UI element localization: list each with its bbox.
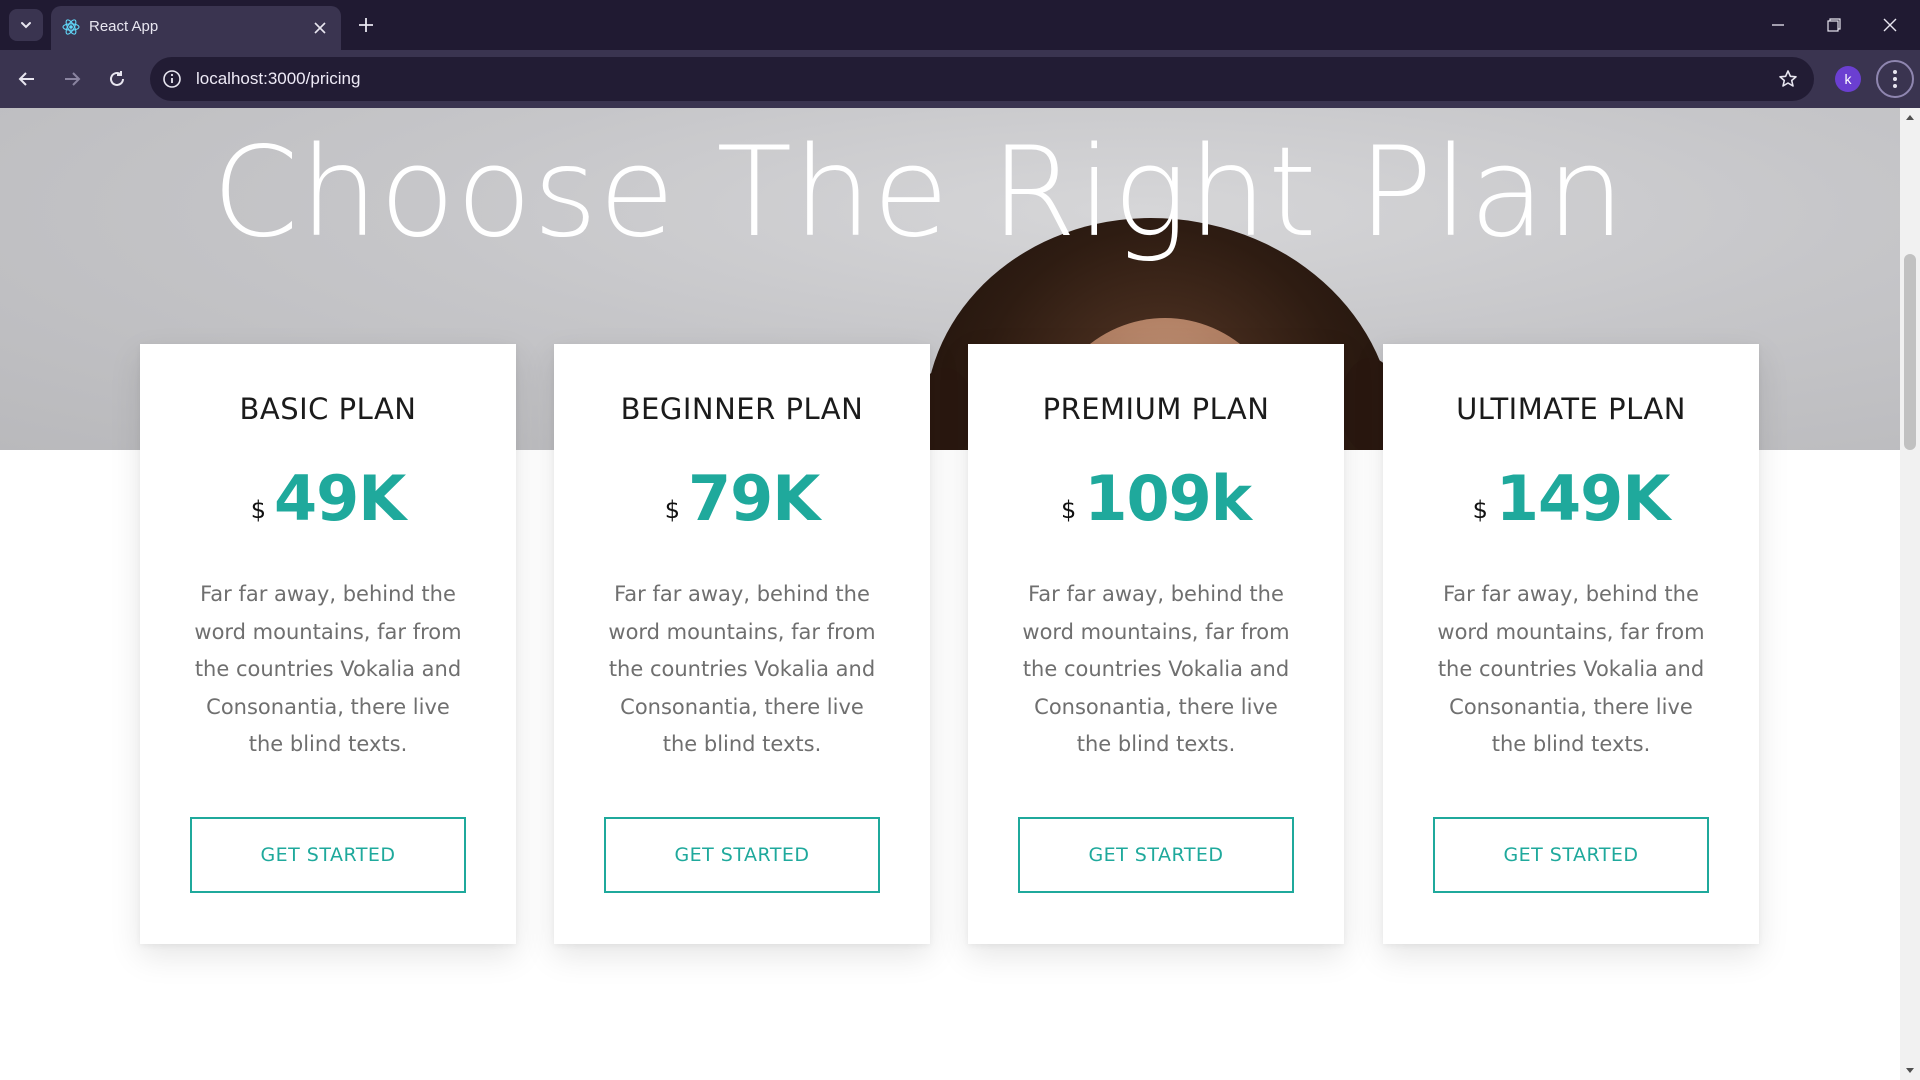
tab-search-button[interactable] <box>9 9 43 41</box>
plan-name: PREMIUM PLAN <box>1042 392 1270 426</box>
price-amount: 79K <box>687 462 820 535</box>
bookmark-button[interactable] <box>1776 67 1800 91</box>
get-started-button[interactable]: GET STARTED <box>1018 817 1294 893</box>
browser-menu-button[interactable] <box>1876 60 1914 98</box>
scroll-down-arrow-icon[interactable] <box>1905 1066 1915 1076</box>
price-amount: 149K <box>1495 462 1670 535</box>
site-info-button[interactable] <box>160 67 184 91</box>
reload-icon <box>110 71 124 86</box>
address-bar[interactable]: localhost:3000/pricing <box>150 57 1814 101</box>
url-text[interactable]: localhost:3000/pricing <box>196 69 360 89</box>
page-scrollbar[interactable] <box>1900 108 1920 1080</box>
price-amount: 49K <box>273 462 406 535</box>
new-tab-button[interactable] <box>352 11 380 39</box>
arrow-right-icon <box>65 72 81 86</box>
scroll-up-arrow-icon[interactable] <box>1905 112 1915 122</box>
get-started-button[interactable]: GET STARTED <box>604 817 880 893</box>
restore-icon <box>1827 18 1841 32</box>
plus-icon <box>359 18 373 32</box>
tab-strip: React App <box>0 0 1920 50</box>
reload-button[interactable] <box>101 63 133 95</box>
page-viewport: Choose The Right Plan BASIC PLAN $ 49K F… <box>0 108 1900 1080</box>
minimize-button[interactable] <box>1750 0 1806 50</box>
profile-avatar[interactable]: k <box>1835 66 1861 92</box>
star-icon <box>1779 70 1797 87</box>
plan-price: $ 49K <box>140 462 516 535</box>
plan-card-ultimate: ULTIMATE PLAN $ 149K Far far away, behin… <box>1383 344 1759 944</box>
plan-card-premium: PREMIUM PLAN $ 109k Far far away, behind… <box>968 344 1344 944</box>
plan-name: BASIC PLAN <box>239 392 417 426</box>
plan-description: Far far away, behind the word mountains,… <box>1437 582 1705 756</box>
chevron-down-icon <box>21 22 31 29</box>
get-started-button[interactable]: GET STARTED <box>190 817 466 893</box>
price-currency: $ <box>1472 496 1488 524</box>
info-icon <box>163 70 181 88</box>
price-amount: 109k <box>1084 462 1252 535</box>
plan-description: Far far away, behind the word mountains,… <box>608 582 876 756</box>
page-title: Choose The Right Plan <box>212 121 1626 265</box>
plan-price: $ 149K <box>1383 462 1759 535</box>
forward-button[interactable] <box>56 63 88 95</box>
react-icon <box>61 17 81 37</box>
plan-card-beginner: BEGINNER PLAN $ 79K Far far away, behind… <box>554 344 930 944</box>
price-currency: $ <box>664 496 680 524</box>
arrow-left-icon <box>18 72 34 86</box>
kebab-menu-icon <box>1893 70 1897 88</box>
price-currency: $ <box>1061 496 1077 524</box>
plan-description: Far far away, behind the word mountains,… <box>1022 582 1290 756</box>
back-button[interactable] <box>11 63 43 95</box>
plan-price: $ 109k <box>968 462 1344 535</box>
tab-title: React App <box>89 18 159 35</box>
browser-toolbar: localhost:3000/pricing k <box>0 50 1920 108</box>
plan-name: BEGINNER PLAN <box>620 392 864 426</box>
scrollbar-thumb[interactable] <box>1904 254 1916 450</box>
plan-price: $ 79K <box>554 462 930 535</box>
close-icon <box>1883 18 1897 32</box>
active-tab[interactable]: React App <box>51 6 341 50</box>
restore-button[interactable] <box>1806 0 1862 50</box>
plan-card-basic: BASIC PLAN $ 49K Far far away, behind th… <box>140 344 516 944</box>
plan-description: Far far away, behind the word mountains,… <box>194 582 462 756</box>
plan-name: ULTIMATE PLAN <box>1456 392 1686 426</box>
close-tab-button[interactable] <box>309 17 331 39</box>
price-currency: $ <box>250 496 266 524</box>
get-started-button[interactable]: GET STARTED <box>1433 817 1709 893</box>
minimize-icon <box>1772 24 1784 26</box>
close-icon <box>314 22 326 34</box>
window-close-button[interactable] <box>1862 0 1918 50</box>
